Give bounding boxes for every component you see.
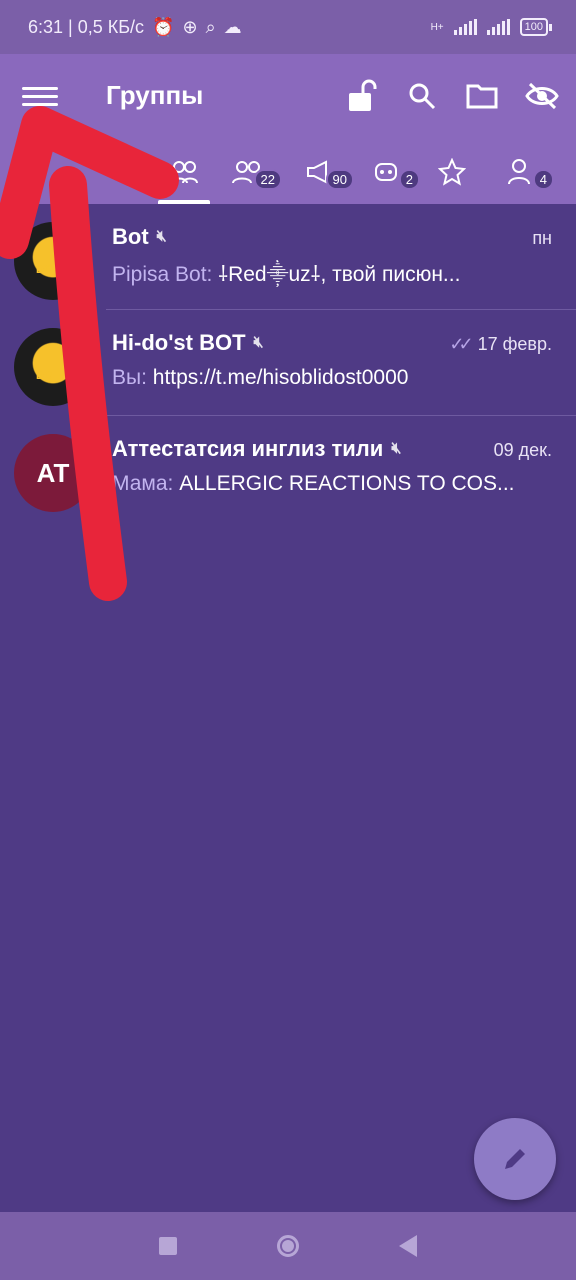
eye-off-icon[interactable] <box>522 76 562 116</box>
tab-badge: 90 <box>325 169 354 190</box>
chat-row[interactable]: DO Hi-do'st BOT 🔇︎ ✓✓ 17 февр. Вы: https:/… <box>0 310 576 416</box>
alarm-icon: ⏰ <box>152 16 175 37</box>
signal-icon-2 <box>486 19 510 35</box>
compose-button[interactable] <box>474 1118 556 1200</box>
tab-badge: 4 <box>532 169 554 190</box>
back-button[interactable] <box>399 1235 417 1257</box>
muted-icon: 🔇︎ <box>156 228 167 245</box>
tab-channels[interactable]: 90 <box>300 152 354 192</box>
chat-sender: Pipisa Bot: <box>112 263 213 286</box>
signal-icon <box>453 19 477 35</box>
bot-icon <box>375 163 397 181</box>
groups-icon <box>170 161 198 184</box>
chat-sender: Вы: <box>112 366 147 389</box>
chat-time: 09 дек. <box>493 440 552 460</box>
status-time: 6:31 | 0,5 КБ/с <box>28 16 145 37</box>
recents-button[interactable] <box>159 1237 177 1255</box>
search-icon: ⌕ <box>205 16 216 37</box>
app-bar: Группы 22 90 2 4 <box>0 54 576 204</box>
lock-icon[interactable] <box>342 76 382 116</box>
chat-time: пн <box>532 228 552 248</box>
folder-icon[interactable] <box>462 76 502 116</box>
chat-name: Bot <box>112 224 149 249</box>
chat-message: ALLERGIC REACTIONS TO COS... <box>179 472 515 495</box>
chat-row[interactable]: AT Аттестатсия инглиз тили 🔇︎ 09 дек. Мам… <box>0 416 576 522</box>
battery-icon: 100 <box>519 18 553 36</box>
admin-icon <box>508 159 530 185</box>
chat-list: DO Bot 🔇︎ пн Pipisa Bot: ⸸Red⸎uz⸸, твой п… <box>0 204 576 522</box>
location-icon: ⊕ <box>182 16 198 37</box>
tab-groups[interactable] <box>164 152 204 192</box>
page-title: Группы <box>106 80 204 110</box>
tab-badge: 2 <box>398 169 420 190</box>
pencil-icon <box>505 1149 525 1169</box>
menu-icon[interactable] <box>22 82 58 112</box>
tab-bots[interactable]: 2 <box>366 152 420 192</box>
chat-sender: Мама: <box>112 472 174 495</box>
home-button[interactable] <box>277 1235 299 1257</box>
tab-badge: 22 <box>253 169 282 190</box>
system-nav-bar <box>0 1212 576 1280</box>
avatar: DO <box>14 328 92 406</box>
status-bar: 6:31 | 0,5 КБ/с ⏰ ⊕ ⌕ ☁ H+ 100 <box>0 0 576 54</box>
star-icon <box>438 158 466 186</box>
chat-message: https://t.me/hisoblidost0000 <box>152 366 409 389</box>
muted-icon: 🔇︎ <box>391 440 402 457</box>
chat-row[interactable]: DO Bot 🔇︎ пн Pipisa Bot: ⸸Red⸎uz⸸, твой п… <box>0 204 576 310</box>
double-check-icon: ✓✓ <box>449 334 473 354</box>
chat-name: Аттестатсия инглиз тили <box>112 436 384 461</box>
tab-contacts[interactable]: 22 <box>228 152 282 192</box>
avatar: AT <box>14 434 92 512</box>
avatar: DO <box>14 222 92 300</box>
chat-message: ⸸Red⸎uz⸸, твой писюн... <box>218 263 461 286</box>
cloud-icon: ☁ <box>223 16 242 37</box>
chat-name: Hi-do'st BOT <box>112 330 246 355</box>
muted-icon: 🔇︎ <box>253 334 264 351</box>
chat-time: 17 февр. <box>477 334 552 354</box>
search-icon[interactable] <box>402 76 442 116</box>
network-type: H+ <box>430 21 444 33</box>
tab-favorites[interactable] <box>432 152 472 192</box>
tab-admin[interactable]: 4 <box>500 152 554 192</box>
folder-tabs: 22 90 2 4 <box>0 146 576 204</box>
